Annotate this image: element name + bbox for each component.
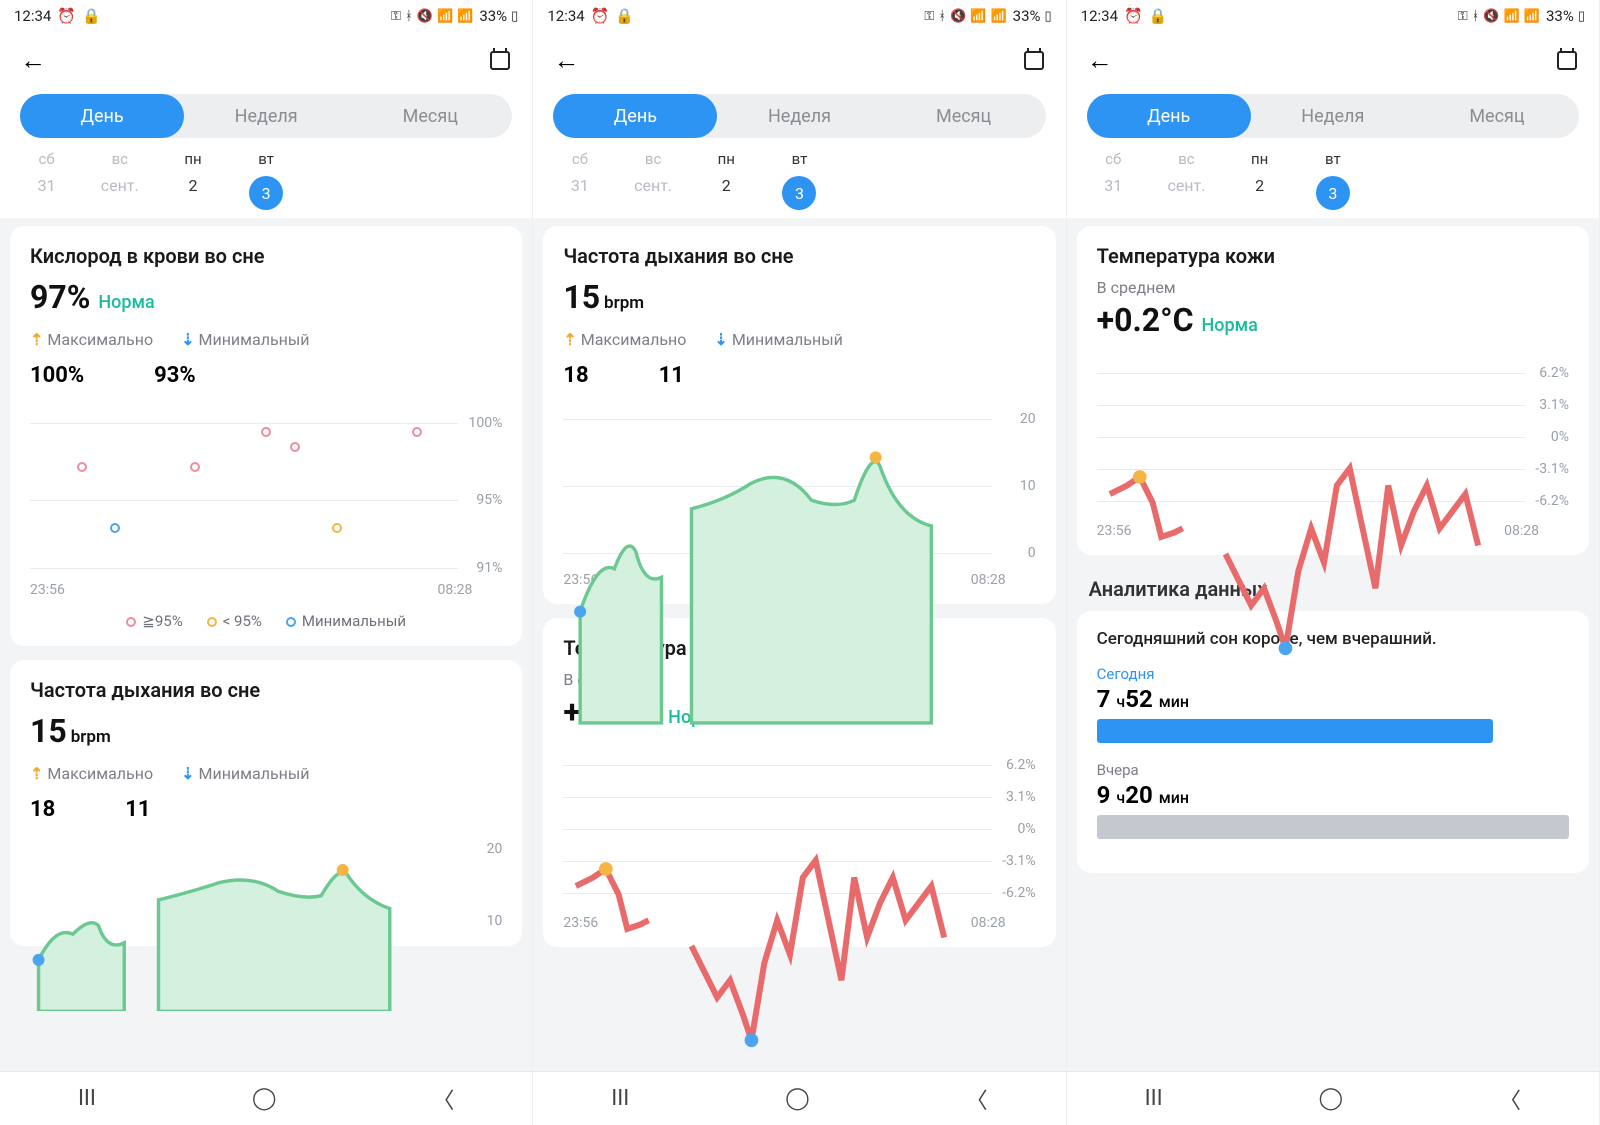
- resp-title: Частота дыхания во сне: [30, 678, 502, 702]
- tab-month[interactable]: Месяц: [1415, 94, 1579, 138]
- tab-week[interactable]: Неделя: [184, 94, 348, 138]
- battery-icon: ▯: [511, 9, 518, 24]
- status-bar: 12:34 ⏰ 🔒 ⚿ ᚼ 🔇 📶 📶 33% ▯: [0, 0, 532, 32]
- nav-recent[interactable]: III: [1145, 1086, 1163, 1111]
- nav-back[interactable]: 〈: [1499, 1083, 1521, 1115]
- tab-month[interactable]: Месяц: [348, 94, 512, 138]
- day-col-tue[interactable]: вт3: [230, 150, 303, 210]
- spo2-min-label: ⇣Минимальный: [181, 330, 309, 349]
- today-bar: [1097, 719, 1494, 743]
- back-button[interactable]: ←: [1087, 45, 1113, 76]
- spo2-card[interactable]: Кислород в крови во сне 97% Норма ⇡Максим…: [10, 226, 522, 646]
- nav-back[interactable]: 〈: [432, 1083, 454, 1115]
- day-col-sat[interactable]: сб31: [10, 150, 83, 210]
- spo2-legend: ≧95% < 95% Минимальный: [10, 612, 522, 630]
- spo2-max-val: 100%: [30, 363, 84, 388]
- nav-recent[interactable]: III: [78, 1086, 96, 1111]
- resp-max-val: 18: [30, 797, 55, 822]
- status-wifi-icon: 📶: [437, 9, 453, 24]
- phone-screen-3: 12:34⏰🔒 ⚿ᚼ🔇📶📶33%▯ ← День Неделя Месяц сб…: [1067, 0, 1600, 1125]
- back-button[interactable]: ←: [20, 45, 46, 76]
- status-lock-icon: 🔒: [82, 7, 101, 25]
- spo2-title: Кислород в крови во сне: [30, 244, 502, 268]
- resp-chart: 20 10 0: [563, 406, 1035, 566]
- nav-back[interactable]: 〈: [966, 1083, 988, 1115]
- tab-week[interactable]: Неделя: [1251, 94, 1415, 138]
- spo2-norm: Норма: [98, 292, 154, 313]
- temp-chart: 6.2% 3.1% 0% -3.1% -6.2%: [563, 749, 1035, 909]
- status-alarm-icon: ⏰: [57, 7, 76, 25]
- tab-month[interactable]: Месяц: [882, 94, 1046, 138]
- phone-screen-2: 12:34⏰🔒 ⚿ᚼ🔇📶📶33%▯ ← День Неделя Месяц сб…: [533, 0, 1066, 1125]
- arrow-down-icon: ⇣: [181, 330, 194, 349]
- calendar-button[interactable]: [488, 48, 512, 72]
- temp-chart-3: 6.2% 3.1% 0% -3.1% -6.2%: [1097, 357, 1569, 517]
- arrow-up-icon: ⇡: [30, 764, 43, 783]
- resp-max-label: ⇡Максимально: [30, 764, 153, 783]
- app-header: ←: [0, 32, 532, 88]
- nav-home[interactable]: ◯: [252, 1086, 277, 1111]
- resp-min-val: 11: [125, 797, 150, 822]
- nav-home[interactable]: ◯: [785, 1086, 810, 1111]
- status-vpn-icon: ⚿: [391, 9, 401, 24]
- temp-card-3[interactable]: Температура кожи В среднем +0.2°CНорма 6…: [1077, 226, 1589, 555]
- resp-value: 15brpm: [30, 712, 111, 750]
- status-battery: 33%: [479, 7, 507, 25]
- android-nav: III ◯ 〈: [0, 1071, 532, 1125]
- yesterday-sleep-value: 9 ч20 мин: [1097, 781, 1569, 809]
- scroll-content[interactable]: Кислород в крови во сне 97% Норма ⇡Максим…: [0, 218, 532, 1071]
- phone-screen-1: 12:34 ⏰ 🔒 ⚿ ᚼ 🔇 📶 📶 33% ▯ ← День Неделя Месяц сб…: [0, 0, 533, 1125]
- yesterday-label: Вчера: [1097, 761, 1569, 779]
- day-selector: сб31 вссент. пн2 вт3: [0, 138, 532, 218]
- tab-day[interactable]: День: [20, 94, 184, 138]
- tab-day[interactable]: День: [553, 94, 717, 138]
- tab-day[interactable]: День: [1087, 94, 1251, 138]
- status-mute-icon: 🔇: [417, 9, 433, 24]
- nav-home[interactable]: ◯: [1318, 1086, 1343, 1111]
- spo2-value: 97%: [30, 278, 90, 316]
- resp-min-label: ⇣Минимальный: [181, 764, 309, 783]
- back-button[interactable]: ←: [553, 45, 579, 76]
- status-signal-icon: 📶: [457, 9, 473, 24]
- status-bar: 12:34⏰🔒 ⚿ᚼ🔇📶📶33%▯: [533, 0, 1065, 32]
- resp-card[interactable]: Частота дыхания во сне 15brpm ⇡Максималь…: [543, 226, 1055, 604]
- nav-recent[interactable]: III: [611, 1086, 629, 1111]
- status-time: 12:34: [14, 7, 51, 25]
- day-col-mon[interactable]: пн2: [156, 150, 229, 210]
- calendar-button[interactable]: [1555, 48, 1579, 72]
- resp-chart-partial: 20 10: [30, 840, 502, 930]
- scroll-content[interactable]: Температура кожи В среднем +0.2°CНорма 6…: [1067, 218, 1599, 1071]
- period-tabs: День Неделя Месяц: [20, 94, 512, 138]
- resp-card-1[interactable]: Частота дыхания во сне 15brpm ⇡Максималь…: [10, 660, 522, 946]
- spo2-min-val: 93%: [154, 363, 196, 388]
- tab-week[interactable]: Неделя: [717, 94, 881, 138]
- spo2-chart: 100% 95% 91%: [30, 406, 502, 576]
- calendar-button[interactable]: [1022, 48, 1046, 72]
- arrow-down-icon: ⇣: [181, 764, 194, 783]
- arrow-up-icon: ⇡: [30, 330, 43, 349]
- spo2-max-label: ⇡Максимально: [30, 330, 153, 349]
- scroll-content[interactable]: Частота дыхания во сне 15brpm ⇡Максималь…: [533, 218, 1065, 1071]
- yesterday-bar: [1097, 815, 1569, 839]
- day-col-sun[interactable]: вссент.: [83, 150, 156, 210]
- status-bt-icon: ᚼ: [405, 9, 413, 24]
